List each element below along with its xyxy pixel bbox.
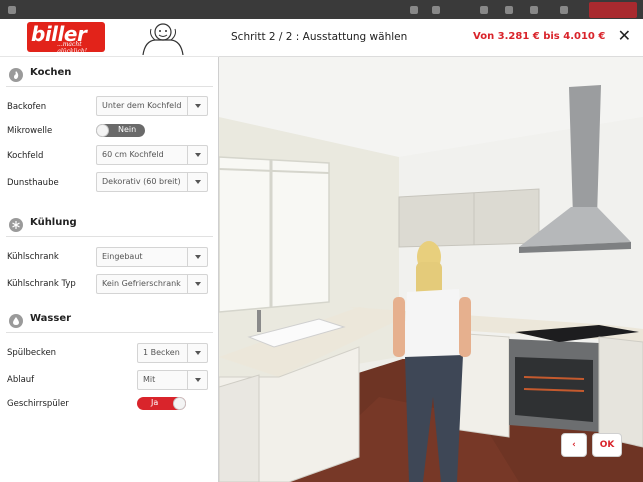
label-mikrowelle: Mikrowelle bbox=[7, 126, 53, 136]
select-value: Kein Gefrierschrank bbox=[102, 279, 181, 288]
chevron-down-icon bbox=[187, 97, 207, 115]
backofen-select[interactable]: Unter dem Kochfeld bbox=[96, 96, 208, 116]
back-button[interactable]: ‹ bbox=[561, 433, 587, 457]
close-button[interactable]: ✕ bbox=[618, 26, 631, 45]
spuelbecken-select[interactable]: 1 Becken bbox=[137, 343, 208, 363]
label-ablauf: Ablauf bbox=[7, 375, 35, 385]
select-value: Eingebaut bbox=[102, 252, 143, 261]
biller-logo: biller ...macht glücklich! bbox=[27, 22, 105, 55]
water-drop-icon bbox=[9, 314, 23, 328]
section-header-kochen: Kochen bbox=[6, 63, 213, 87]
select-value: 1 Becken bbox=[143, 348, 180, 357]
flame-icon bbox=[9, 68, 23, 82]
ablauf-select[interactable]: Mit bbox=[137, 370, 208, 390]
step-title: Schritt 2 / 2 : Ausstattung wählen bbox=[231, 31, 408, 43]
price-range: Von 3.281 € bis 4.010 € bbox=[473, 31, 606, 42]
select-value: Mit bbox=[143, 375, 156, 384]
section-title: Kühlung bbox=[30, 217, 77, 228]
label-geschirrspueler: Geschirrspüler bbox=[7, 399, 69, 409]
dunsthaube-select[interactable]: Dekorativ (60 breit) bbox=[96, 172, 208, 192]
chevron-down-icon bbox=[187, 275, 207, 293]
kitchen-render bbox=[219, 57, 643, 482]
logo-tagline: ...macht glücklich! bbox=[57, 41, 88, 55]
chevron-down-icon bbox=[187, 173, 207, 191]
scene-header: Schritt 2 / 2 : Ausstattung wählen Von 3… bbox=[219, 19, 643, 57]
section-header-wasser: Wasser bbox=[6, 309, 213, 333]
logo-area: biller ...macht glücklich! bbox=[0, 19, 219, 57]
select-value: Dekorativ (60 breit) bbox=[102, 177, 181, 186]
toggle-knob bbox=[96, 124, 109, 137]
mascot-icon bbox=[142, 23, 184, 55]
chevron-down-icon bbox=[187, 371, 207, 389]
section-header-kuehlung: Kühlung bbox=[6, 213, 213, 237]
select-value: 60 cm Kochfeld bbox=[102, 150, 164, 159]
label-dunsthaube: Dunsthaube bbox=[7, 178, 59, 188]
section-title: Kochen bbox=[30, 67, 72, 78]
chevron-down-icon bbox=[187, 146, 207, 164]
chevron-down-icon bbox=[187, 344, 207, 362]
background-toolbar bbox=[0, 0, 643, 20]
toggle-knob bbox=[173, 397, 186, 410]
section-title: Wasser bbox=[30, 313, 72, 324]
ok-button[interactable]: OK bbox=[592, 433, 622, 457]
label-kochfeld: Kochfeld bbox=[7, 151, 44, 161]
select-value: Unter dem Kochfeld bbox=[102, 101, 182, 110]
label-backofen: Backofen bbox=[7, 102, 47, 112]
label-spuelbecken: Spülbecken bbox=[7, 348, 57, 358]
kuehlschrank-select[interactable]: Eingebaut bbox=[96, 247, 208, 267]
app-window: biller ...macht glücklich! Kochen Backof… bbox=[0, 0, 643, 482]
kochfeld-select[interactable]: 60 cm Kochfeld bbox=[96, 145, 208, 165]
geschirrspueler-toggle[interactable]: Ja bbox=[137, 397, 186, 410]
label-kuehlschrank: Kühlschrank bbox=[7, 252, 59, 262]
mikrowelle-toggle[interactable]: Nein bbox=[96, 124, 145, 137]
toggle-label: Nein bbox=[118, 125, 137, 134]
chevron-down-icon bbox=[187, 248, 207, 266]
toggle-label: Ja bbox=[151, 398, 159, 407]
kuehlschrank-typ-select[interactable]: Kein Gefrierschrank bbox=[96, 274, 208, 294]
label-kuehlschrank-typ: Kühlschrank Typ bbox=[7, 279, 76, 289]
configuration-panel: biller ...macht glücklich! Kochen Backof… bbox=[0, 19, 219, 482]
snowflake-icon bbox=[9, 218, 23, 232]
kitchen-3d-view[interactable] bbox=[219, 57, 643, 482]
